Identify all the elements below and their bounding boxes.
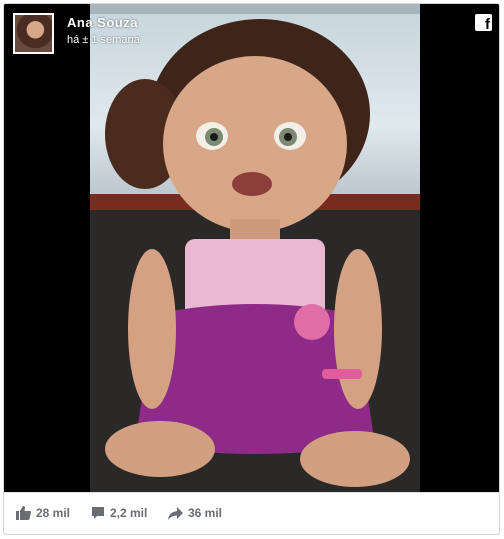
author-avatar[interactable] [13, 13, 54, 54]
share-icon [168, 506, 183, 520]
comment-icon [92, 507, 104, 519]
comments-stat[interactable]: 2,2 mil [91, 506, 147, 520]
post-video[interactable]: Ana Souza há ± 1 semana f [4, 4, 499, 492]
post-footer: 28 mil 2,2 mil 36 mil [4, 492, 499, 534]
post-header: Ana Souza há ± 1 semana f [4, 4, 499, 62]
shares-count: 36 mil [188, 506, 223, 520]
thumbs-up-icon [16, 506, 31, 520]
likes-count: 28 mil [36, 506, 71, 520]
post-card: Ana Souza há ± 1 semana f 28 mil 2,2 mil… [3, 3, 500, 535]
shares-stat[interactable]: 36 mil [168, 506, 222, 520]
comments-count: 2,2 mil [110, 506, 148, 520]
likes-stat[interactable]: 28 mil [16, 506, 70, 520]
facebook-icon[interactable]: f [475, 14, 492, 33]
author-name[interactable]: Ana Souza [67, 15, 138, 30]
doll-image [105, 19, 410, 487]
video-frame [90, 4, 420, 492]
post-time[interactable]: há ± 1 semana [67, 34, 140, 46]
